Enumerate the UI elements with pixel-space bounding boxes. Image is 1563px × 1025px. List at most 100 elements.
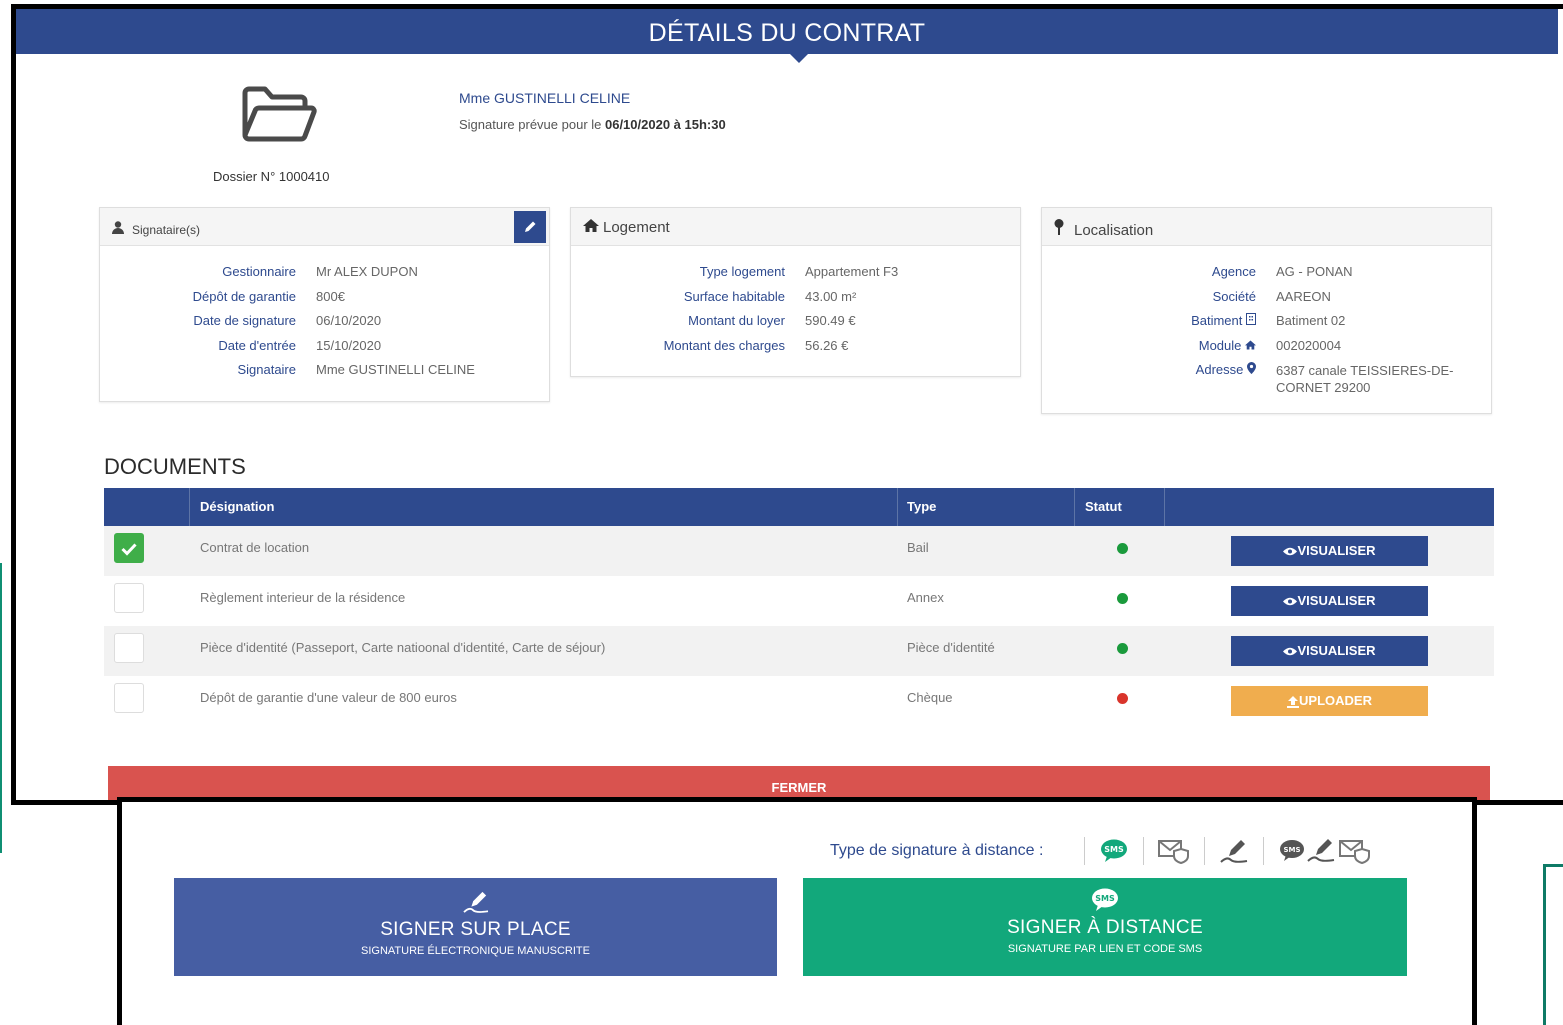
- separator: [1084, 837, 1085, 865]
- right-edge-decoration: [1543, 864, 1563, 1025]
- documents-title: DOCUMENTS: [104, 454, 246, 479]
- document-type: Pièce d'identité: [907, 640, 995, 655]
- separator: [1204, 837, 1205, 865]
- logement-card: Logement Type logement Appartement F3 Sur…: [570, 207, 1021, 377]
- sms-icon-text: SMS: [1104, 845, 1124, 854]
- table-row: Contrat de location Bail VISUALISER: [104, 526, 1494, 576]
- localisation-row: Batiment Batiment 02: [1042, 309, 1466, 334]
- logement-row: Surface habitable 43.00 m²: [571, 285, 898, 310]
- folder-icon: [242, 86, 317, 142]
- document-designation: Dépôt de garantie d'une valeur de 800 eu…: [200, 690, 457, 705]
- document-type: Bail: [907, 540, 929, 555]
- building-icon: [1246, 313, 1256, 325]
- field-value: 6387 canale TEISSIERES-DE-CORNET 29200: [1276, 363, 1454, 395]
- field-value: 002020004: [1276, 337, 1342, 353]
- uploader-button[interactable]: UPLOADER: [1231, 686, 1428, 716]
- sms-signature-email-combo-icon[interactable]: SMS: [1278, 837, 1374, 865]
- column-header-statut: Statut: [1085, 499, 1122, 514]
- document-designation: Pièce d'identité (Passeport, Carte natio…: [200, 640, 606, 655]
- field-label: Agence: [1211, 264, 1256, 279]
- localisation-row: Adresse 6387 canale TEISSIERES-DE-CORNET…: [1042, 358, 1466, 396]
- table-row: Règlement interieur de la résidence Anne…: [104, 576, 1494, 626]
- localisation-list: Agence AG - PONAN Société AAREON Batiment …: [1042, 260, 1466, 396]
- documents-table: Désignation Type Statut Contrat de locat…: [104, 488, 1494, 726]
- email-shield-icon[interactable]: [1158, 838, 1190, 864]
- field-label: Dépôt de garantie: [192, 288, 296, 304]
- field-label: Montant des charges: [663, 337, 785, 353]
- header-notch: [790, 54, 808, 63]
- column-header-designation: Désignation: [200, 499, 275, 514]
- field-value: Mr ALEX DUPON: [316, 264, 418, 279]
- row-checkbox[interactable]: [114, 633, 144, 663]
- field-label-with-icon: Module: [1042, 334, 1276, 359]
- uploader-label: UPLOADER: [1299, 693, 1372, 708]
- separator: [1263, 837, 1264, 865]
- field-value: 590.49 €: [805, 313, 856, 328]
- field-value: Appartement F3: [805, 264, 899, 279]
- row-checkbox[interactable]: [114, 533, 144, 563]
- row-checkbox[interactable]: [114, 683, 144, 713]
- map-marker-icon: [1247, 362, 1256, 374]
- remote-signature-type-label: Type de signature à distance :: [830, 842, 1044, 859]
- field-value: Batiment 02: [1276, 313, 1346, 328]
- signataires-card: Signataire(s) Gestionnaire Mr ALEX DUPON …: [99, 207, 550, 402]
- contract-details-modal: DÉTAILS DU CONTRAT Dossier N° 1000410 Mm…: [11, 4, 1563, 805]
- signature-planned: Signature prévue pour le 06/10/2020 à 15…: [459, 117, 726, 132]
- sign-remote-subtitle: SIGNATURE PAR LIEN ET CODE SMS: [1007, 943, 1203, 955]
- field-value: 15/10/2020: [316, 337, 382, 353]
- logement-card-header: Logement: [571, 208, 1020, 246]
- table-row: Pièce d'identité (Passeport, Carte natio…: [104, 626, 1494, 676]
- visualiser-button[interactable]: VISUALISER: [1231, 586, 1428, 616]
- table-row: Dépôt de garantie d'une valeur de 800 eu…: [104, 676, 1494, 726]
- field-value: AG - PONAN: [1276, 264, 1353, 279]
- status-dot-missing: [1117, 693, 1128, 704]
- visualiser-button[interactable]: VISUALISER: [1231, 536, 1428, 566]
- logement-row: Montant des charges 56.26 €: [571, 334, 898, 359]
- column-divider: [1164, 488, 1165, 526]
- check-icon: [121, 543, 137, 556]
- column-divider: [1074, 488, 1075, 526]
- field-label: Batiment: [1191, 313, 1243, 328]
- signature-planned-date: 06/10/2020 à 15h:30: [604, 117, 726, 132]
- field-label: Société: [1212, 288, 1256, 304]
- table-header: Désignation Type Statut: [104, 488, 1494, 526]
- map-pin-icon: [1054, 219, 1070, 239]
- document-designation: Règlement interieur de la résidence: [200, 590, 406, 605]
- field-label-with-icon: Batiment: [1042, 309, 1276, 334]
- field-label: Date d'entrée: [218, 337, 296, 353]
- signataires-row: Gestionnaire Mr ALEX DUPON: [100, 260, 475, 285]
- logement-row: Type logement Appartement F3: [571, 260, 899, 285]
- eye-icon: [1283, 547, 1298, 556]
- logement-list: Type logement Appartement F3 Surface habi…: [571, 260, 899, 359]
- localisation-row: Agence AG - PONAN: [1042, 260, 1466, 285]
- sign-onsite-title: SIGNER SUR PLACE: [380, 919, 571, 940]
- field-label: Type logement: [699, 264, 785, 279]
- sign-onsite-subtitle: SIGNATURE ÉLECTRONIQUE MANUSCRITE: [361, 945, 590, 957]
- signataires-card-header: Signataire(s): [100, 208, 549, 246]
- sign-remote-button[interactable]: SMS SIGNER À DISTANCE SIGNATURE PAR LIEN…: [803, 878, 1407, 976]
- status-dot-ok: [1117, 593, 1128, 604]
- status-dot-ok: [1117, 543, 1128, 554]
- sign-onsite-button[interactable]: SIGNER SUR PLACE SIGNATURE ÉLECTRONIQUE …: [174, 878, 777, 976]
- row-checkbox[interactable]: [114, 583, 144, 613]
- signataires-row: Dépôt de garantie 800€: [100, 285, 475, 310]
- logement-card-title: Logement: [603, 219, 670, 236]
- home-icon: [1245, 340, 1256, 349]
- pencil-icon: [525, 221, 536, 233]
- logement-row: Montant du loyer 590.49 €: [571, 309, 898, 334]
- eye-icon: [1283, 647, 1298, 656]
- sms-icon-text: SMS: [1283, 846, 1300, 854]
- edit-signataires-button[interactable]: [514, 211, 546, 243]
- visualiser-button[interactable]: VISUALISER: [1231, 636, 1428, 666]
- sms-icon: SMS: [1092, 888, 1118, 911]
- remote-signature-type-options: SMS SMS: [1084, 836, 1374, 866]
- signature-pen-icon[interactable]: [1219, 838, 1249, 864]
- field-value: 56.26 €: [805, 337, 849, 353]
- separator: [1143, 837, 1144, 865]
- signataires-card-title: Signataire(s): [132, 223, 201, 237]
- localisation-card-title: Localisation: [1074, 222, 1154, 239]
- sms-icon-text: SMS: [1095, 894, 1115, 903]
- sms-icon[interactable]: SMS: [1099, 839, 1129, 863]
- signataires-list: Gestionnaire Mr ALEX DUPON Dépôt de garan…: [100, 260, 475, 383]
- document-type: Chèque: [907, 690, 953, 705]
